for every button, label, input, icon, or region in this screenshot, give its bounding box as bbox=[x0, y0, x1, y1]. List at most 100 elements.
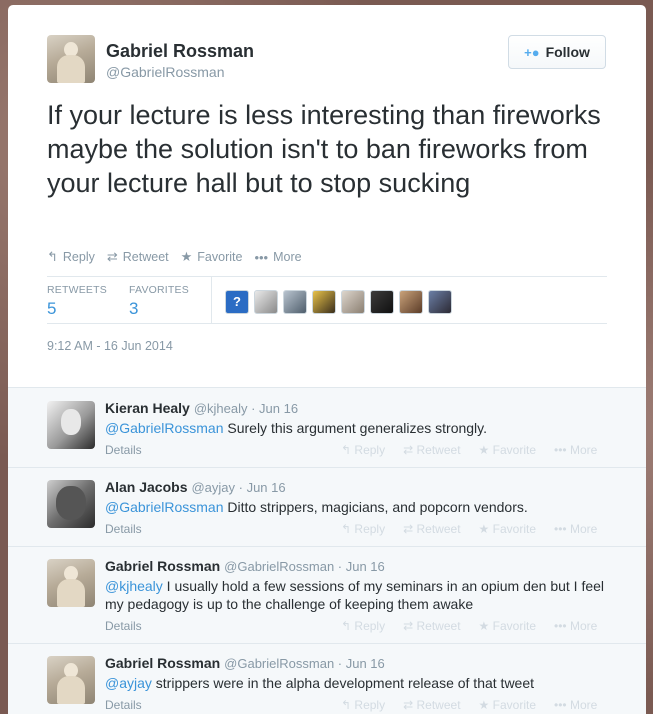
reply-details-link[interactable]: Details bbox=[105, 698, 142, 712]
reply-actions: ↰ Reply ⇄ Retweet ★ Favorite ••• More bbox=[341, 698, 597, 712]
ellipsis-icon: ••• bbox=[554, 443, 567, 457]
star-icon: ★ bbox=[478, 522, 490, 536]
retweet-action[interactable]: ⇄ Retweet bbox=[403, 619, 460, 633]
reply-details-link[interactable]: Details bbox=[105, 522, 142, 536]
reply-author: Gabriel Rossman @GabrielRossman · Jun 16 bbox=[105, 655, 385, 671]
retweet-action[interactable]: ⇄ Retweet bbox=[403, 522, 460, 536]
retweets-count[interactable]: 5 bbox=[47, 299, 56, 319]
avatar[interactable] bbox=[47, 559, 95, 607]
reply-text: @ayjay strippers were in the alpha devel… bbox=[105, 674, 610, 692]
reply-action[interactable]: ↰ Reply bbox=[341, 522, 385, 536]
favoriter-avatar[interactable] bbox=[254, 290, 278, 314]
reply-author-name[interactable]: Gabriel Rossman bbox=[105, 655, 220, 671]
replies-section: Kieran Healy @kjhealy · Jun 16 @GabrielRo… bbox=[8, 387, 646, 714]
reply-meta[interactable]: @GabrielRossman · Jun 16 bbox=[224, 656, 385, 671]
add-user-icon: +● bbox=[524, 44, 540, 60]
favorites-label: FAVORITES bbox=[129, 284, 189, 296]
favorite-action[interactable]: ★ Favorite bbox=[479, 619, 536, 633]
reply-text: @kjhealy I usually hold a few sessions o… bbox=[105, 577, 610, 613]
stats-bottom-divider bbox=[47, 323, 607, 324]
stats-top-divider bbox=[47, 276, 607, 277]
reply-action[interactable]: ↰ Reply bbox=[47, 249, 95, 265]
retweet-action[interactable]: ⇄ Retweet bbox=[107, 249, 169, 265]
tweet-timestamp[interactable]: 9:12 AM - 16 Jun 2014 bbox=[47, 339, 173, 353]
reply-author: Alan Jacobs @ayjay · Jun 16 bbox=[105, 479, 286, 495]
ellipsis-icon: ••• bbox=[554, 522, 567, 536]
reply-details-link[interactable]: Details bbox=[105, 443, 142, 457]
reply-mention[interactable]: @kjhealy bbox=[105, 578, 163, 594]
reply-author: Gabriel Rossman @GabrielRossman · Jun 16 bbox=[105, 558, 385, 574]
reply-item[interactable]: Gabriel Rossman @GabrielRossman · Jun 16 … bbox=[8, 546, 646, 644]
stats-divider bbox=[211, 277, 212, 323]
reply-actions: ↰ Reply ⇄ Retweet ★ Favorite ••• More bbox=[341, 522, 597, 536]
reply-item[interactable]: Gabriel Rossman @GabrielRossman · Jun 16 … bbox=[8, 643, 646, 714]
reply-mention[interactable]: @ayjay bbox=[105, 675, 152, 691]
favorite-action[interactable]: ★ Favorite bbox=[479, 443, 536, 457]
reply-arrow-icon: ↰ bbox=[341, 698, 352, 712]
favorites-count[interactable]: 3 bbox=[129, 299, 138, 319]
retweet-action[interactable]: ⇄ Retweet bbox=[403, 698, 460, 712]
reply-mention[interactable]: @GabrielRossman bbox=[105, 420, 223, 436]
star-icon: ★ bbox=[478, 698, 490, 712]
follow-button[interactable]: +● Follow bbox=[508, 35, 606, 69]
reply-arrow-icon: ↰ bbox=[47, 249, 58, 264]
favorite-action[interactable]: ★ Favorite bbox=[181, 249, 243, 265]
favoriter-avatar[interactable] bbox=[283, 290, 307, 314]
reply-text: @GabrielRossman Ditto strippers, magicia… bbox=[105, 498, 610, 516]
reply-action[interactable]: ↰ Reply bbox=[341, 443, 385, 457]
reply-meta[interactable]: @kjhealy · Jun 16 bbox=[194, 401, 298, 416]
favorite-label: Favorite bbox=[197, 250, 243, 264]
reply-action[interactable]: ↰ Reply bbox=[341, 619, 385, 633]
author-avatar[interactable] bbox=[47, 35, 95, 83]
avatar[interactable] bbox=[47, 480, 95, 528]
more-action[interactable]: ••• More bbox=[554, 522, 597, 536]
reply-author-name[interactable]: Alan Jacobs bbox=[105, 479, 187, 495]
reply-actions: ↰ Reply ⇄ Retweet ★ Favorite ••• More bbox=[341, 443, 597, 457]
favoriter-avatars: ? bbox=[225, 290, 452, 314]
reply-text: @GabrielRossman Surely this argument gen… bbox=[105, 419, 610, 437]
favorite-action[interactable]: ★ Favorite bbox=[479, 522, 536, 536]
favoriter-avatar[interactable] bbox=[312, 290, 336, 314]
avatar[interactable] bbox=[47, 401, 95, 449]
reply-author-name[interactable]: Kieran Healy bbox=[105, 400, 190, 416]
author-handle[interactable]: @GabrielRossman bbox=[106, 64, 224, 80]
star-icon: ★ bbox=[180, 249, 193, 264]
reply-details-link[interactable]: Details bbox=[105, 619, 142, 633]
favorite-action[interactable]: ★ Favorite bbox=[479, 698, 536, 712]
retweets-label: RETWEETS bbox=[47, 284, 107, 296]
star-icon: ★ bbox=[478, 619, 490, 633]
tweet-card: Gabriel Rossman @GabrielRossman +● Follo… bbox=[8, 5, 646, 714]
reply-author-name[interactable]: Gabriel Rossman bbox=[105, 558, 220, 574]
ellipsis-icon: ••• bbox=[554, 698, 567, 712]
retweet-action[interactable]: ⇄ Retweet bbox=[403, 443, 460, 457]
reply-author: Kieran Healy @kjhealy · Jun 16 bbox=[105, 400, 298, 416]
reply-item[interactable]: Kieran Healy @kjhealy · Jun 16 @GabrielRo… bbox=[8, 388, 646, 468]
more-action[interactable]: ••• More bbox=[554, 619, 597, 633]
more-label: More bbox=[273, 250, 302, 264]
more-action[interactable]: ••• More bbox=[554, 698, 597, 712]
star-icon: ★ bbox=[478, 443, 490, 457]
avatar[interactable] bbox=[47, 656, 95, 704]
reply-arrow-icon: ↰ bbox=[341, 619, 352, 633]
favoriter-avatar[interactable] bbox=[341, 290, 365, 314]
tweet-text: If your lecture is less interesting than… bbox=[47, 100, 601, 198]
author-name[interactable]: Gabriel Rossman bbox=[106, 41, 254, 62]
favoriter-avatar[interactable] bbox=[399, 290, 423, 314]
more-action[interactable]: ••• More bbox=[254, 249, 301, 265]
reply-item[interactable]: Alan Jacobs @ayjay · Jun 16 @GabrielRossm… bbox=[8, 467, 646, 547]
more-action[interactable]: ••• More bbox=[554, 443, 597, 457]
reply-arrow-icon: ↰ bbox=[341, 522, 352, 536]
retweet-icon: ⇄ bbox=[106, 249, 118, 264]
reply-label: Reply bbox=[62, 250, 95, 264]
follow-label: Follow bbox=[545, 44, 590, 60]
reply-arrow-icon: ↰ bbox=[341, 443, 352, 457]
reply-meta[interactable]: @GabrielRossman · Jun 16 bbox=[224, 559, 385, 574]
reply-mention[interactable]: @GabrielRossman bbox=[105, 499, 223, 515]
tweet-actions: ↰ Reply ⇄ Retweet ★ Favorite ••• More bbox=[47, 249, 302, 265]
favoriter-avatar[interactable]: ? bbox=[225, 290, 249, 314]
retweet-label: Retweet bbox=[122, 250, 169, 264]
reply-meta[interactable]: @ayjay · Jun 16 bbox=[191, 480, 285, 495]
reply-action[interactable]: ↰ Reply bbox=[341, 698, 385, 712]
favoriter-avatar[interactable] bbox=[370, 290, 394, 314]
favoriter-avatar[interactable] bbox=[428, 290, 452, 314]
